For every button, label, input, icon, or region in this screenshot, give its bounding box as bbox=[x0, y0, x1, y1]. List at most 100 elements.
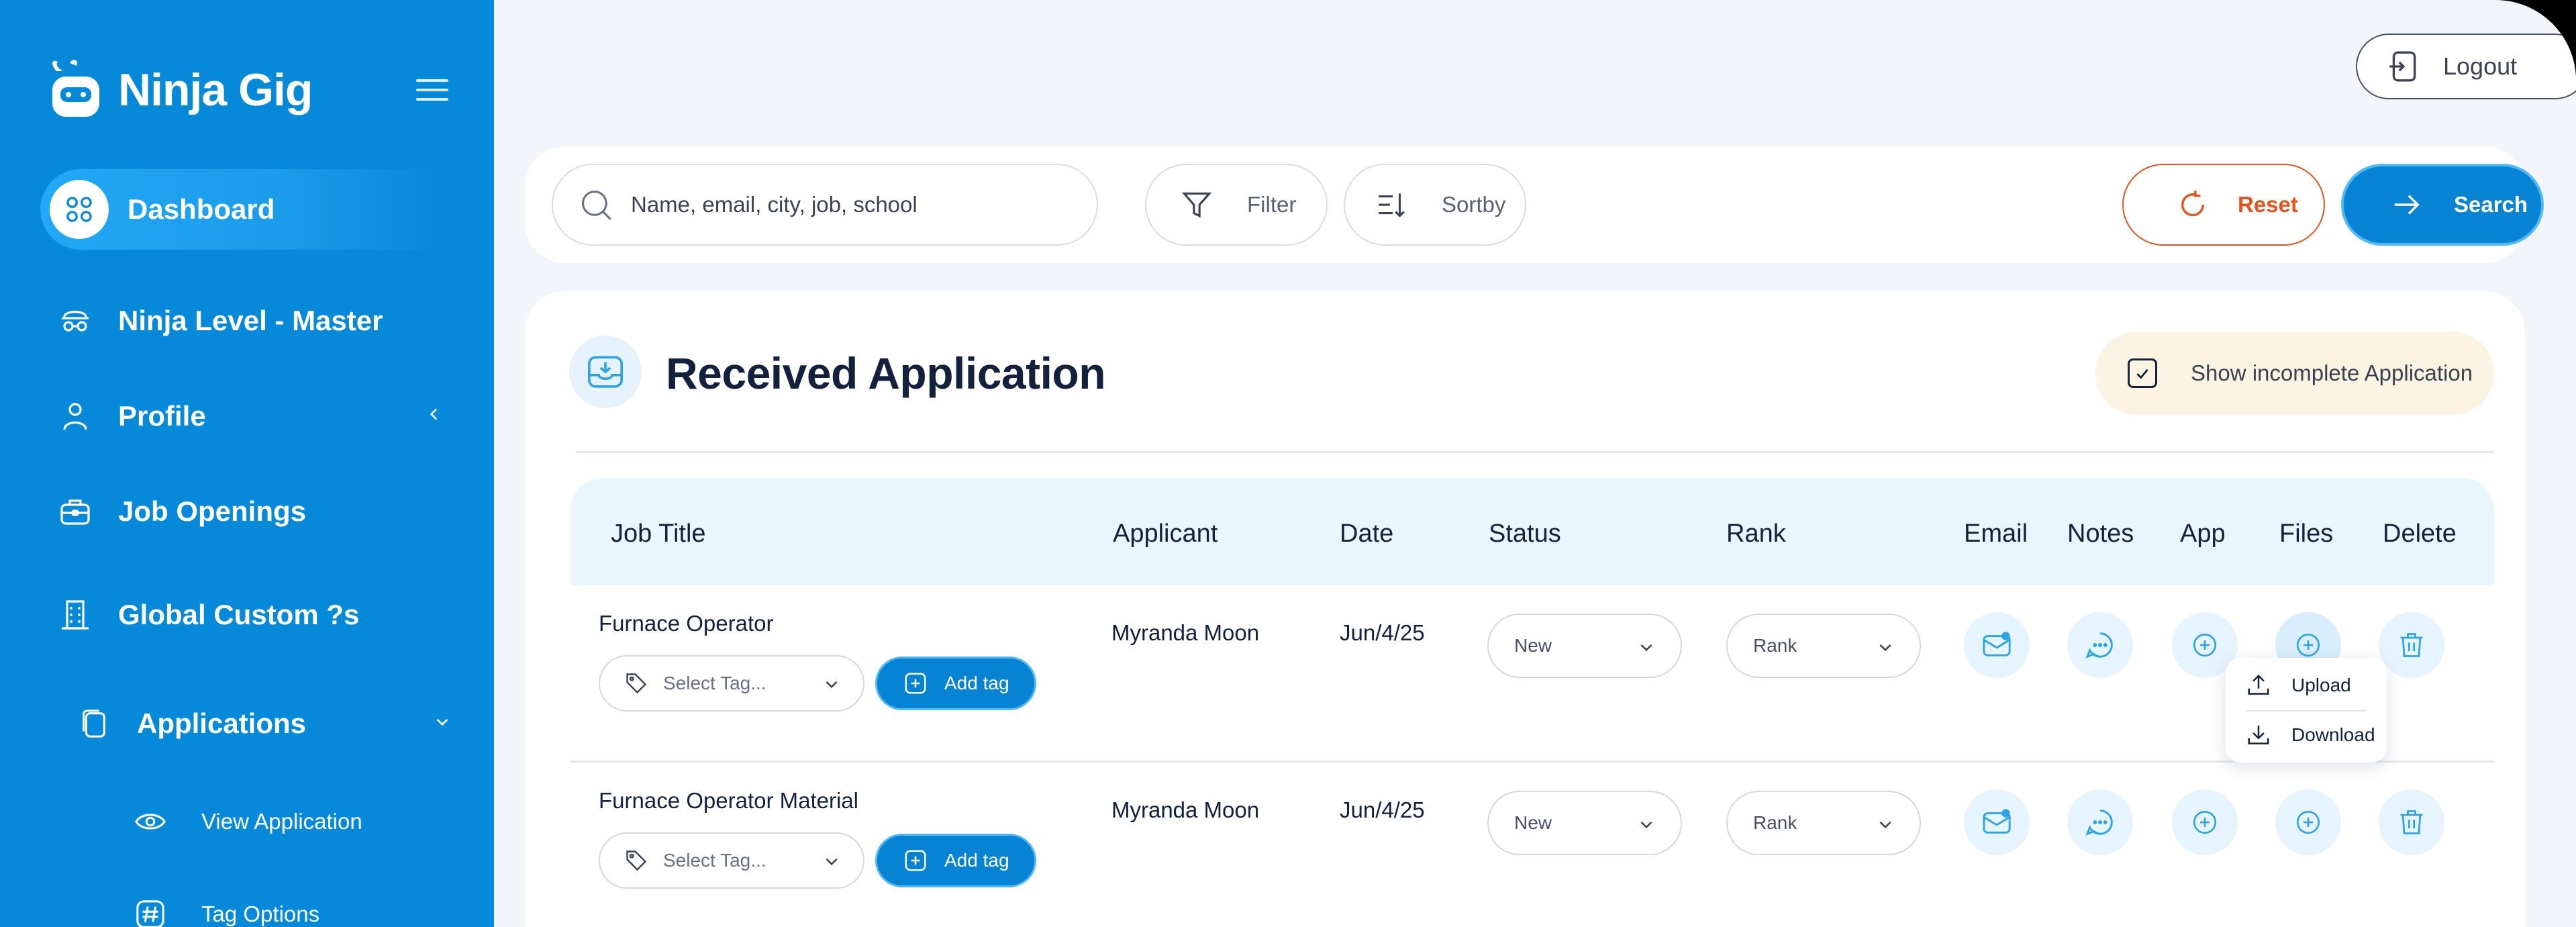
sort-button[interactable]: Sortby bbox=[1344, 164, 1526, 246]
search-input[interactable] bbox=[631, 192, 1060, 217]
notes-button[interactable] bbox=[2067, 789, 2133, 855]
reset-button[interactable]: Reset bbox=[2122, 164, 2325, 246]
plus-circle-icon bbox=[2296, 633, 2320, 657]
brand-name: Ninja Gig bbox=[118, 64, 313, 115]
files-dropdown-menu: Upload Download bbox=[2226, 658, 2387, 763]
rank-select[interactable]: Rank bbox=[1726, 614, 1921, 678]
sort-label: Sortby bbox=[1442, 192, 1506, 217]
column-header: Applicant bbox=[1113, 520, 1218, 548]
chevron-down-icon bbox=[1879, 644, 1891, 652]
search-toolbar: Filter Sortby Reset Search bbox=[525, 146, 2544, 263]
show-incomplete-toggle[interactable]: Show incomplete Application bbox=[2095, 332, 2494, 415]
reset-label: Reset bbox=[2238, 192, 2298, 217]
rank-select[interactable]: Rank bbox=[1726, 791, 1921, 855]
applicant-name: Myranda Moon bbox=[1111, 620, 1260, 645]
sidebar-item-profile[interactable]: Profile bbox=[40, 376, 443, 456]
chat-icon bbox=[2085, 810, 2113, 836]
show-incomplete-label: Show incomplete Application bbox=[2191, 360, 2473, 385]
download-menu-item[interactable]: Download bbox=[2246, 722, 2375, 748]
chevron-down-icon bbox=[826, 858, 838, 866]
add-tag-button[interactable]: Add tag bbox=[875, 656, 1036, 710]
briefcase-icon bbox=[51, 487, 99, 536]
table-header: Job Title Applicant Date Status Rank Ema… bbox=[571, 478, 2494, 585]
sidebar-item-job-openings[interactable]: Job Openings bbox=[40, 471, 443, 552]
column-header: Job Title bbox=[611, 520, 706, 548]
trash-icon bbox=[2400, 633, 2423, 657]
sidebar-item-label: Dashboard bbox=[128, 193, 275, 225]
plus-square-icon bbox=[905, 850, 926, 871]
sidebar-subitem-tag-options[interactable]: Tag Options bbox=[132, 895, 319, 927]
status-value: New bbox=[1514, 635, 1552, 656]
menu-toggle-icon[interactable] bbox=[416, 79, 448, 101]
notes-button[interactable] bbox=[2067, 612, 2133, 678]
add-tag-label: Add tag bbox=[944, 673, 1009, 693]
sidebar-item-label: Ninja Level - Master bbox=[118, 305, 383, 336]
upload-icon bbox=[2248, 674, 2269, 695]
trash-icon bbox=[2400, 810, 2423, 834]
email-button[interactable] bbox=[1964, 789, 2030, 855]
sidebar-item-global-custom[interactable]: Global Custom ?s bbox=[40, 575, 443, 655]
sidebar-item-label: Job Openings bbox=[118, 495, 307, 527]
app-button[interactable] bbox=[2172, 789, 2238, 855]
files-button[interactable] bbox=[2275, 789, 2341, 855]
chat-icon bbox=[2085, 632, 2113, 658]
building-icon bbox=[51, 591, 99, 639]
logout-icon bbox=[2389, 51, 2416, 82]
delete-button[interactable] bbox=[2379, 789, 2444, 855]
status-value: New bbox=[1514, 812, 1552, 833]
chevron-left-icon[interactable] bbox=[426, 405, 443, 423]
search-button-label: Search bbox=[2454, 192, 2528, 217]
add-tag-button[interactable]: Add tag bbox=[875, 834, 1036, 887]
plus-square-icon bbox=[905, 673, 926, 694]
status-select[interactable]: New bbox=[1487, 791, 1682, 855]
applicant-name: Myranda Moon bbox=[1111, 797, 1260, 822]
delete-button[interactable] bbox=[2379, 612, 2444, 678]
column-header: App bbox=[2180, 520, 2226, 548]
sidebar-subitem-label: View Application bbox=[201, 809, 362, 834]
check-icon bbox=[2136, 369, 2148, 379]
rank-value: Rank bbox=[1753, 812, 1797, 833]
upload-menu-item[interactable]: Upload bbox=[2246, 673, 2351, 698]
tag-select[interactable]: Select Tag... bbox=[599, 655, 864, 712]
tag-select-placeholder: Select Tag... bbox=[663, 673, 766, 693]
plus-circle-icon bbox=[2296, 810, 2320, 834]
column-header: Date bbox=[1340, 520, 1394, 548]
sidebar-item-dashboard[interactable]: Dashboard bbox=[40, 169, 443, 250]
sidebar-item-label: Applications bbox=[137, 708, 307, 739]
filter-button[interactable]: Filter bbox=[1145, 164, 1328, 246]
tag-select-placeholder: Select Tag... bbox=[663, 850, 766, 871]
table-row: Furnace Operator Select Tag... Add tag M… bbox=[571, 585, 2494, 763]
search-field[interactable] bbox=[552, 164, 1098, 246]
column-header: Files bbox=[2279, 520, 2334, 548]
sort-icon bbox=[1379, 193, 1405, 217]
status-select[interactable]: New bbox=[1487, 614, 1682, 678]
sidebar-item-ninja-level[interactable]: Ninja Level - Master bbox=[40, 281, 443, 361]
search-button[interactable]: Search bbox=[2341, 164, 2544, 246]
menu-divider bbox=[2246, 710, 2367, 712]
tag-select[interactable]: Select Tag... bbox=[599, 832, 864, 889]
column-header: Status bbox=[1489, 520, 1561, 548]
sidebar-item-label: Global Custom ?s bbox=[118, 599, 360, 630]
main-content: Logout Filter Sortby Reset bbox=[494, 0, 2576, 927]
brand[interactable]: Ninja Gig bbox=[43, 56, 313, 124]
user-icon bbox=[51, 392, 99, 440]
grid-icon bbox=[50, 180, 109, 239]
documents-icon bbox=[70, 699, 118, 748]
logout-button[interactable]: Logout bbox=[2356, 34, 2576, 99]
applications-card: Received Application Show incomplete App… bbox=[525, 291, 2525, 927]
sidebar-item-applications[interactable]: Applications bbox=[59, 683, 451, 764]
sidebar-subitem-view-application[interactable]: View Application bbox=[132, 803, 362, 840]
checkbox[interactable] bbox=[2128, 358, 2157, 388]
chevron-down-icon[interactable] bbox=[434, 713, 451, 730]
arrow-right-icon bbox=[2394, 195, 2420, 215]
chevron-down-icon bbox=[1879, 821, 1891, 829]
filter-icon bbox=[1181, 192, 1212, 218]
email-button[interactable] bbox=[1964, 612, 2030, 678]
download-label: Download bbox=[2291, 724, 2375, 745]
column-header: Notes bbox=[2067, 520, 2134, 548]
mail-icon bbox=[1983, 632, 2011, 656]
mail-icon bbox=[1983, 809, 2011, 834]
tag-icon bbox=[626, 850, 647, 871]
sidebar: Ninja Gig Dashboard Ninja Level - Master bbox=[0, 0, 494, 927]
logout-label: Logout bbox=[2443, 52, 2518, 80]
